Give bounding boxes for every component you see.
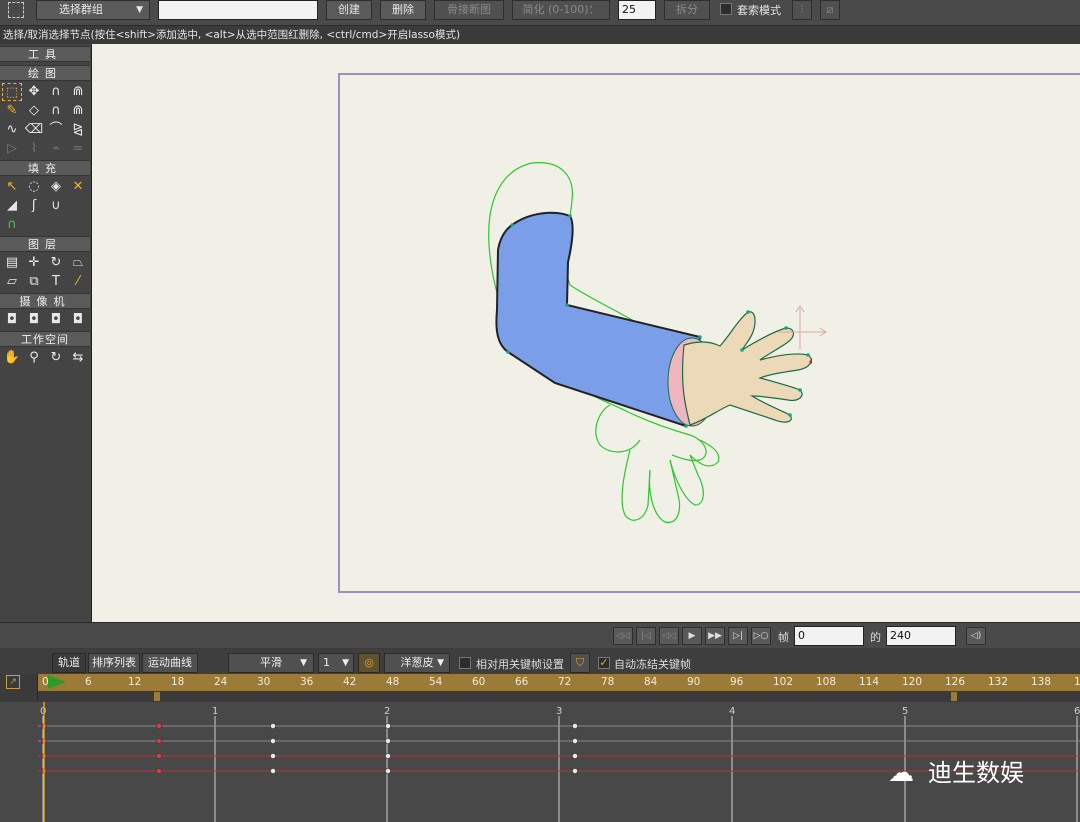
keyframe — [385, 753, 391, 759]
keyframe — [270, 768, 276, 774]
chevron-down-icon: ▼ — [342, 658, 349, 668]
watermark-text: 迪生数娱 — [928, 759, 1024, 787]
watermark: ☁ 迪生数娱 — [888, 752, 1024, 792]
keyframe — [156, 753, 162, 759]
frame-label: 帧 — [778, 631, 789, 644]
audio-icon[interactable]: ◁) — [966, 627, 986, 645]
second-label: 1 — [212, 706, 218, 717]
keyframe — [385, 738, 391, 744]
step-forward-icon[interactable]: ▶▶ — [705, 627, 725, 645]
ruler-tick-label: 60 — [472, 676, 486, 688]
relative-keys-label: 相对用关键帧设置 — [476, 658, 564, 671]
keyframe — [572, 753, 578, 759]
keyframe — [572, 738, 578, 744]
onion-skin-dropdown[interactable]: 洋葱皮 ▼ — [384, 653, 450, 673]
interp-count-dropdown[interactable]: 1 ▼ — [318, 653, 354, 673]
go-start-icon[interactable]: ◁◁ — [613, 627, 633, 645]
artwork[interactable] — [0, 0, 1080, 622]
key-shield-icon[interactable]: ⛉ — [570, 653, 590, 673]
ruler-tick-label: 36 — [300, 676, 314, 688]
ruler-tick-label: 14 — [1074, 676, 1080, 688]
keyframe — [156, 768, 162, 774]
ruler-tick-label: 72 — [558, 676, 572, 688]
keyframe — [572, 768, 578, 774]
second-label: 6 — [1074, 706, 1080, 717]
second-label: 2 — [384, 706, 390, 717]
ruler-tick-label: 84 — [644, 676, 658, 688]
second-label: 0 — [40, 706, 46, 717]
wechat-icon: ☁ — [888, 758, 914, 788]
prev-key-icon[interactable]: |◁ — [636, 627, 656, 645]
ruler-tick-label: 0 — [42, 676, 49, 688]
step-back-icon[interactable]: ◁◁ — [659, 627, 679, 645]
ruler-tick-label: 120 — [902, 676, 923, 688]
relative-keys-checkbox[interactable] — [459, 657, 471, 669]
keyframe — [385, 723, 391, 729]
ruler-tick-label: 24 — [214, 676, 228, 688]
expand-icon[interactable]: ↗ — [6, 675, 20, 689]
key-marker-strip — [38, 691, 1080, 702]
hand-shape — [681, 311, 812, 426]
keyframe — [156, 723, 162, 729]
onion-skin-label: 洋葱皮 — [400, 656, 434, 669]
tab-tracks[interactable]: 轨道 — [52, 653, 86, 673]
keyframe — [270, 753, 276, 759]
ruler-tick-label: 114 — [859, 676, 880, 688]
ruler-tick-label: 102 — [773, 676, 794, 688]
of-label: 的 — [870, 631, 881, 644]
next-key-icon[interactable]: ▷| — [728, 627, 748, 645]
ruler-tick-label: 54 — [429, 676, 443, 688]
ruler-tick-label: 96 — [730, 676, 744, 688]
second-label: 4 — [729, 706, 735, 717]
ruler-tick-label: 126 — [945, 676, 966, 688]
tab-motion-curves[interactable]: 运动曲线 — [142, 653, 198, 673]
ruler-tick-label: 18 — [171, 676, 185, 688]
ruler-tick-label: 48 — [386, 676, 400, 688]
chevron-down-icon: ▼ — [300, 658, 307, 668]
keyframe — [270, 738, 276, 744]
keyframe — [385, 768, 391, 774]
timeline-header: 轨道 排序列表 运动曲线 平滑 ▼ 1 ▼ ◎ 洋葱皮 ▼ 相对用关键帧设置 ⛉… — [0, 649, 1080, 674]
ruler-tick-label: 138 — [1031, 676, 1052, 688]
interpolation-dropdown[interactable]: 平滑 ▼ — [228, 653, 314, 673]
interpolation-label: 平滑 — [260, 656, 282, 669]
ruler-tick-label: 78 — [601, 676, 615, 688]
ruler-tick-label: 108 — [816, 676, 837, 688]
ruler-tick-label: 6 — [85, 676, 92, 688]
ruler-tick-label: 42 — [343, 676, 357, 688]
ruler-tick-label: 66 — [515, 676, 529, 688]
second-label: 3 — [556, 706, 562, 717]
chevron-down-icon: ▼ — [437, 658, 444, 668]
interp-count-label: 1 — [323, 656, 330, 669]
keyframe — [270, 723, 276, 729]
play-icon[interactable]: ▶ — [682, 627, 702, 645]
total-frames-input[interactable]: 240 — [886, 626, 956, 646]
ruler-tick-label: 132 — [988, 676, 1009, 688]
playhead-icon[interactable] — [48, 675, 66, 689]
auto-freeze-label: 自动冻结关键帧 — [614, 658, 691, 671]
ruler-tick-label: 90 — [687, 676, 701, 688]
range-marker[interactable] — [154, 692, 160, 701]
keyframe — [572, 723, 578, 729]
playback-bar: ◁◁ |◁ ◁◁ ▶ ▶▶ ▷| ▷○ 帧 0 的 240 ◁) — [0, 622, 1080, 648]
ruler-tick-label: 30 — [257, 676, 271, 688]
ruler-tick-label: 12 — [128, 676, 142, 688]
onion-toggle-icon[interactable]: ◎ — [358, 653, 380, 673]
auto-freeze-checkbox[interactable]: ✓ — [598, 657, 610, 669]
range-marker[interactable] — [951, 692, 957, 701]
frame-input[interactable]: 0 — [794, 626, 864, 646]
tab-sequence-list[interactable]: 排序列表 — [88, 653, 140, 673]
second-label: 5 — [902, 706, 908, 717]
loop-icon[interactable]: ▷○ — [751, 627, 771, 645]
frame-ruler[interactable]: 0 6 12 18 24 30 36 42 48 54 60 66 72 78 84 90 96 102 108 11… — [38, 674, 1080, 691]
keyframe — [156, 738, 162, 744]
